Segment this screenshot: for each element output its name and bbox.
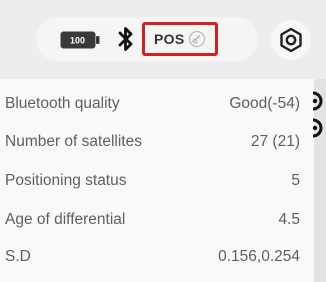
- row-value: 5: [291, 172, 300, 189]
- row-value: 4.5: [278, 211, 300, 228]
- list-item: Positioning status 5: [0, 166, 300, 196]
- pos-label: POS: [154, 31, 185, 47]
- row-label: Number of satellites: [5, 133, 142, 150]
- edge-tool-icon[interactable]: [310, 90, 324, 112]
- row-value: 27 (21): [250, 133, 300, 150]
- top-status-bar: 100 POS: [0, 0, 326, 79]
- list-item: Number of satellites 27 (21): [0, 127, 300, 157]
- row-label: Positioning status: [5, 172, 127, 189]
- gear-icon: [280, 27, 302, 53]
- info-panel: Bluetooth quality Good(-54) Number of sa…: [0, 79, 314, 282]
- pos-status-button[interactable]: POS: [142, 22, 218, 56]
- list-item: Bluetooth quality Good(-54): [0, 89, 300, 119]
- row-label: S.D: [5, 248, 31, 265]
- row-value: Good(-54): [229, 95, 300, 112]
- row-label: Bluetooth quality: [5, 95, 120, 112]
- row-label: Age of differential: [5, 211, 126, 228]
- row-value: 0.156,0.254: [218, 248, 300, 265]
- list-item: Age of differential 4.5: [0, 205, 300, 235]
- bluetooth-icon: [118, 27, 133, 51]
- edge-tool-icon[interactable]: [310, 117, 324, 139]
- battery-icon: 100: [60, 31, 100, 49]
- battery-level-text: 100: [70, 36, 85, 46]
- list-item: S.D 0.156,0.254: [0, 242, 300, 272]
- satellite-icon: [189, 30, 206, 48]
- settings-button[interactable]: [271, 20, 311, 60]
